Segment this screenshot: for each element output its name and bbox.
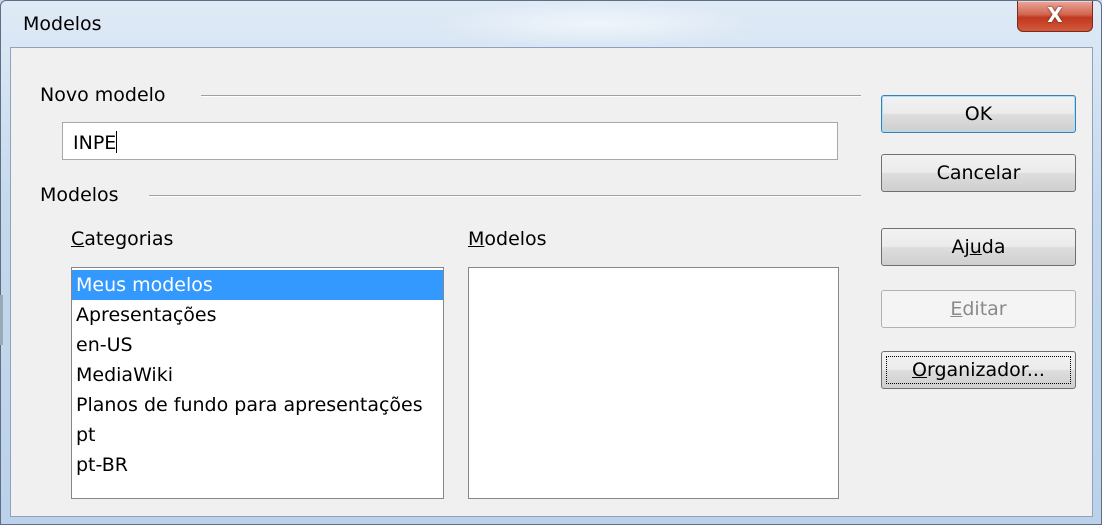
category-item[interactable]: Planos de fundo para apresentações: [72, 390, 443, 420]
edit-mnemonic: E: [950, 298, 963, 320]
category-item[interactable]: MediaWiki: [72, 360, 443, 390]
help-label-pre: Aj: [951, 236, 970, 258]
template-name-input[interactable]: INPE: [62, 122, 838, 160]
models-listbox[interactable]: [468, 267, 839, 499]
models-label-rest: odelos: [484, 228, 547, 250]
help-mnemonic: u: [969, 236, 982, 258]
ok-button[interactable]: OK: [881, 95, 1076, 133]
dialog-title: Modelos: [23, 13, 102, 35]
organizer-mnemonic: O: [912, 359, 927, 381]
window-edge-shadow: [0, 295, 3, 345]
category-item[interactable]: pt-BR: [72, 450, 443, 480]
models-label: Modelos: [468, 228, 547, 250]
edit-button[interactable]: Editar: [881, 290, 1076, 328]
category-item[interactable]: pt: [72, 420, 443, 450]
category-item[interactable]: Meus modelos: [72, 270, 443, 300]
category-item[interactable]: en-US: [72, 330, 443, 360]
text-caret: [116, 131, 118, 153]
templates-group-label: Modelos: [40, 184, 127, 206]
categories-listbox[interactable]: Meus modelos Apresentações en-US MediaWiki P…: [71, 267, 444, 499]
title-bar-glow: [431, 1, 761, 47]
categories-label: Categorias: [71, 228, 173, 250]
categories-label-rest: ategorias: [84, 228, 174, 250]
title-bar[interactable]: Modelos X: [1, 1, 1101, 47]
models-mnemonic: M: [468, 228, 485, 250]
organizer-button[interactable]: Organizador...: [881, 351, 1076, 389]
help-label-post: da: [981, 236, 1006, 258]
organizer-label-rest: rganizador...: [926, 359, 1045, 381]
templates-dialog: Modelos X Novo modelo INPE Modelos Categ…: [0, 0, 1102, 525]
help-button[interactable]: Ajuda: [881, 228, 1076, 266]
new-template-group-label: Novo modelo: [40, 84, 174, 106]
dialog-content: Novo modelo INPE Modelos Categorias Mode…: [10, 47, 1093, 517]
edit-label-rest: ditar: [962, 298, 1007, 320]
category-item[interactable]: Apresentações: [72, 300, 443, 330]
template-name-value: INPE: [73, 132, 117, 154]
close-icon: X: [1047, 3, 1063, 27]
close-button[interactable]: X: [1017, 1, 1093, 32]
categories-mnemonic: C: [71, 228, 85, 250]
templates-group-line: [149, 195, 861, 197]
new-template-group-line: [201, 95, 861, 97]
cancel-button[interactable]: Cancelar: [881, 154, 1076, 192]
